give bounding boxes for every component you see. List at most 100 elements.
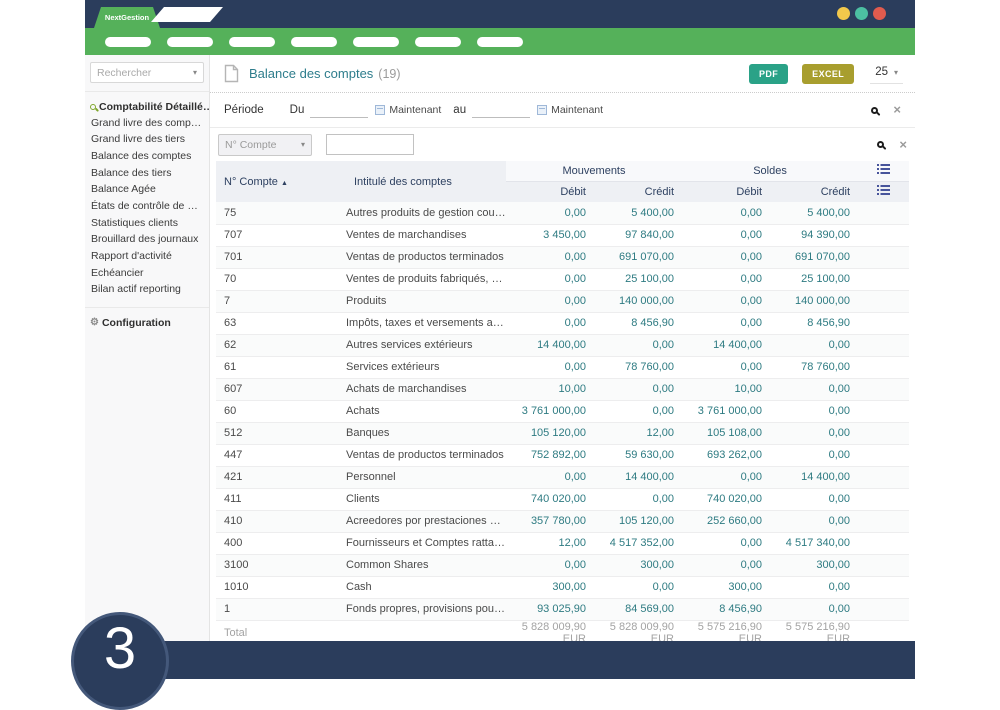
movements-credit-header[interactable]: Crédit	[594, 181, 682, 202]
table-row[interactable]: 410 Acreedores por prestaciones d… 357 7…	[216, 510, 909, 532]
balances-debit-cell: 0,00	[682, 356, 770, 378]
table-row[interactable]: 61 Services extérieurs 0,00 78 760,00 0,…	[216, 356, 909, 378]
table-row[interactable]: 607 Achats de marchandises 10,00 0,00 10…	[216, 378, 909, 400]
table-row[interactable]: 7 Produits 0,00 140 000,00 0,00 140 000,…	[216, 290, 909, 312]
sidebar-item-configuration[interactable]: ⚙ Configuration	[85, 315, 209, 331]
column-settings-button[interactable]	[858, 181, 909, 202]
chevron-down-icon: ▾	[301, 140, 305, 149]
brand-tab[interactable]: NextGestion	[94, 7, 160, 28]
sidebar-item[interactable]: États de contrôle de caisse	[85, 198, 209, 215]
table-row[interactable]: 411 Clients 740 020,00 0,00 740 020,00 0…	[216, 488, 909, 510]
sidebar-item[interactable]: Echéancier	[85, 265, 209, 282]
page-size-select[interactable]: 25 ▾	[870, 63, 903, 84]
balances-credit-cell: 0,00	[770, 444, 858, 466]
table-row[interactable]: 1010 Cash 300,00 0,00 300,00 0,00	[216, 576, 909, 598]
column-settings-button[interactable]	[858, 161, 909, 181]
movements-debit-cell: 0,00	[506, 246, 594, 268]
calendar-icon[interactable]	[537, 105, 547, 115]
movements-debit-header[interactable]: Débit	[506, 181, 594, 202]
label-cell: Services extérieurs	[346, 356, 506, 378]
account-cell: 607	[216, 378, 346, 400]
sidebar-item[interactable]: Bilan actif reporting	[85, 282, 209, 299]
table-row[interactable]: 1 Fonds propres, provisions pour … 93 02…	[216, 598, 909, 620]
balances-debit-cell: 14 400,00	[682, 334, 770, 356]
filter-column-select[interactable]: N° Compte ▾	[218, 134, 312, 156]
label-column-header[interactable]: Intitulé des comptes	[346, 161, 506, 202]
clear-icon[interactable]: ×	[899, 140, 907, 150]
table-row[interactable]: 512 Banques 105 120,00 12,00 105 108,00 …	[216, 422, 909, 444]
movements-credit-cell: 0,00	[594, 576, 682, 598]
clear-icon[interactable]: ×	[893, 105, 901, 115]
sidebar-item[interactable]: Balance des tiers	[85, 165, 209, 182]
balances-debit-cell: 10,00	[682, 378, 770, 400]
search-icon[interactable]	[871, 107, 878, 114]
account-cell: 63	[216, 312, 346, 334]
balances-debit-cell: 0,00	[682, 202, 770, 224]
table-row[interactable]: 75 Autres produits de gestion cour… 0,00…	[216, 202, 909, 224]
table-row[interactable]: 70 Ventes de produits fabriqués, pr… 0,0…	[216, 268, 909, 290]
label-cell: Achats	[346, 400, 506, 422]
movements-credit-cell: 97 840,00	[594, 224, 682, 246]
sidebar-item[interactable]: Brouillard des journaux	[85, 232, 209, 249]
table-row[interactable]: 63 Impôts, taxes et versements as… 0,00 …	[216, 312, 909, 334]
balances-debit-header[interactable]: Débit	[682, 181, 770, 202]
sidebar-item[interactable]: Rapport d'activité	[85, 249, 209, 266]
balances-credit-cell: 0,00	[770, 334, 858, 356]
label-cell: Ventes de marchandises	[346, 224, 506, 246]
table-row[interactable]: 421 Personnel 0,00 14 400,00 0,00 14 400…	[216, 466, 909, 488]
table-row[interactable]: 3100 Common Shares 0,00 300,00 0,00 300,…	[216, 554, 909, 576]
account-column-header[interactable]: N° Compte ▲	[216, 161, 346, 202]
sidebar-section-comptabilite[interactable]: Comptabilité Détaillé…	[85, 99, 209, 115]
window-status-dots	[837, 7, 886, 20]
period-to-input[interactable]	[472, 103, 530, 118]
record-count: (19)	[378, 67, 400, 81]
sidebar-item[interactable]: Grand livre des comptes	[85, 115, 209, 132]
nav-item-redacted[interactable]	[477, 37, 523, 47]
label-cell: Common Shares	[346, 554, 506, 576]
movements-credit-cell: 12,00	[594, 422, 682, 444]
excel-export-button[interactable]: EXCEL	[802, 64, 854, 84]
table-row[interactable]: 62 Autres services extérieurs 14 400,00 …	[216, 334, 909, 356]
balances-credit-cell: 14 400,00	[770, 466, 858, 488]
balances-credit-header[interactable]: Crédit	[770, 181, 858, 202]
nav-item-redacted[interactable]	[415, 37, 461, 47]
balances-debit-cell: 0,00	[682, 466, 770, 488]
sidebar-item[interactable]: Statistiques clients	[85, 215, 209, 232]
table-row[interactable]: 400 Fournisseurs et Comptes rattac… 12,0…	[216, 532, 909, 554]
account-cell: 707	[216, 224, 346, 246]
movements-credit-cell: 78 760,00	[594, 356, 682, 378]
label-cell: Fonds propres, provisions pour …	[346, 598, 506, 620]
nav-item-redacted[interactable]	[167, 37, 213, 47]
sidebar-search-select[interactable]: Rechercher ▾	[90, 62, 204, 83]
nav-item-redacted[interactable]	[353, 37, 399, 47]
nav-item-redacted[interactable]	[291, 37, 337, 47]
movements-debit-cell: 357 780,00	[506, 510, 594, 532]
table-row[interactable]: 707 Ventes de marchandises 3 450,00 97 8…	[216, 224, 909, 246]
balances-debit-cell: 740 020,00	[682, 488, 770, 510]
secondary-tab-redacted[interactable]	[151, 7, 223, 22]
table-row[interactable]: 701 Ventas de productos terminados 0,00 …	[216, 246, 909, 268]
sidebar-item[interactable]: Grand livre des tiers	[85, 132, 209, 149]
sort-ascending-icon: ▲	[281, 180, 288, 187]
movements-debit-cell: 14 400,00	[506, 334, 594, 356]
table-row[interactable]: 447 Ventas de productos terminados 752 8…	[216, 444, 909, 466]
table-row[interactable]: 60 Achats 3 761 000,00 0,00 3 761 000,00…	[216, 400, 909, 422]
yellow-dot-icon	[837, 7, 850, 20]
movements-debit-cell: 300,00	[506, 576, 594, 598]
nav-item-redacted[interactable]	[229, 37, 275, 47]
sidebar-item[interactable]: Balance des comptes	[85, 148, 209, 165]
sidebar-item[interactable]: Balance Agée	[85, 182, 209, 199]
movements-debit-cell: 0,00	[506, 312, 594, 334]
pdf-export-button[interactable]: PDF	[749, 64, 788, 84]
balances-debit-cell: 0,00	[682, 532, 770, 554]
calendar-icon[interactable]	[375, 105, 385, 115]
filter-search-input[interactable]	[326, 134, 414, 155]
account-cell: 400	[216, 532, 346, 554]
gear-icon: ⚙	[90, 317, 99, 328]
to-label: au	[453, 104, 466, 116]
period-from-input[interactable]	[310, 103, 368, 118]
search-icon[interactable]	[877, 141, 884, 148]
chevron-down-icon: ▾	[894, 68, 898, 77]
nav-item-redacted[interactable]	[105, 37, 151, 47]
balances-debit-cell: 105 108,00	[682, 422, 770, 444]
